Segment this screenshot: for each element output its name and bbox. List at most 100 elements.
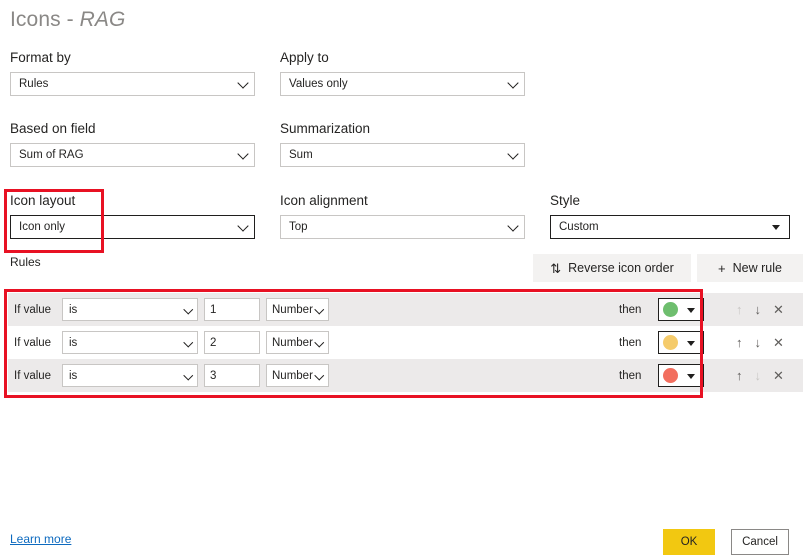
field-apply-to: Apply to Values only [280,50,525,96]
new-rule-label: New rule [732,261,782,275]
ok-button[interactable]: OK [663,529,715,555]
rules-list: If value is Number then ↑ ↓ ✕ If [8,293,803,392]
circle-icon [663,368,678,383]
reverse-icon-order-label: Reverse icon order [568,261,674,275]
new-rule-button[interactable]: + New rule [697,254,803,282]
icon-alignment-select[interactable]: Top [280,215,525,239]
field-icon-layout: Icon layout Icon only [10,193,255,239]
page-title-prefix: Icons - [10,8,80,31]
chevron-down-icon [687,373,695,379]
apply-to-value: Values only [289,78,348,90]
chevron-down-icon [314,337,324,347]
chevron-down-icon [687,307,695,313]
based-on-field-select[interactable]: Sum of RAG [10,143,255,167]
label-based-on-field: Based on field [10,121,96,136]
circle-icon [663,335,678,350]
summarization-value: Sum [289,149,313,161]
field-format-by: Format by Rules [10,50,255,96]
move-up-icon[interactable]: ↑ [736,336,743,349]
rule-value-type-select[interactable]: Number [266,298,329,321]
rule-operator-select[interactable]: is [62,364,198,387]
chevron-down-icon [237,77,249,89]
rule-icon-picker[interactable] [658,331,704,354]
chevron-down-icon [183,370,193,380]
remove-rule-icon[interactable]: ✕ [773,303,784,316]
if-value-label: If value [14,336,52,349]
apply-to-select[interactable]: Values only [280,72,525,96]
summarization-select[interactable]: Sum [280,143,525,167]
chevron-down-icon [507,77,519,89]
move-up-icon[interactable]: ↑ [736,369,743,382]
if-value-label: If value [14,303,52,316]
rules-section-label: Rules [10,255,41,269]
rule-operator-value: is [69,369,78,382]
conditional-formatting-dialog: Icons - RAG Format by Rules Apply to Val… [0,0,810,555]
chevron-down-icon [314,370,324,380]
rule-icon-picker[interactable] [658,364,704,387]
then-label: then [619,303,642,316]
chevron-down-icon [183,304,193,314]
label-format-by: Format by [10,50,71,65]
rule-value-input[interactable] [204,331,260,354]
style-value: Custom [559,221,599,233]
chevron-down-icon [237,220,249,232]
move-down-icon[interactable]: ↓ [755,336,762,349]
remove-rule-icon[interactable]: ✕ [773,336,784,349]
label-summarization: Summarization [280,121,371,136]
table-row: If value is Number then ↑ ↓ ✕ [8,326,803,359]
rule-value-type-value: Number [272,336,313,349]
table-row: If value is Number then ↑ ↓ ✕ [8,293,803,326]
chevron-down-icon [507,148,519,160]
chevron-down-icon [687,340,695,346]
move-down-icon[interactable]: ↓ [755,303,762,316]
rule-value-input[interactable] [204,298,260,321]
format-by-value: Rules [19,78,49,90]
row-actions: ↑ ↓ ✕ [736,369,784,382]
rule-operator-select[interactable]: is [62,331,198,354]
rule-value-type-value: Number [272,303,313,316]
icon-layout-select[interactable]: Icon only [10,215,255,239]
remove-rule-icon[interactable]: ✕ [773,369,784,382]
icon-alignment-value: Top [289,221,308,233]
rule-value-type-select[interactable]: Number [266,364,329,387]
move-down-icon[interactable]: ↓ [755,369,762,382]
chevron-down-icon [183,337,193,347]
field-summarization: Summarization Sum [280,121,525,167]
field-based-on-field: Based on field Sum of RAG [10,121,255,167]
style-select[interactable]: Custom [550,215,790,239]
then-label: then [619,336,642,349]
rule-value-type-select[interactable]: Number [266,331,329,354]
rule-operator-select[interactable]: is [62,298,198,321]
rule-operator-value: is [69,336,78,349]
rule-value-input[interactable] [204,364,260,387]
row-actions: ↑ ↓ ✕ [736,303,784,316]
label-style: Style [550,193,581,208]
icon-layout-value: Icon only [19,221,66,233]
label-icon-layout: Icon layout [10,193,76,208]
rule-value-type-value: Number [272,369,313,382]
then-label: then [619,369,642,382]
page-title: Icons - RAG [10,8,125,32]
move-up-icon[interactable]: ↑ [736,303,743,316]
row-actions: ↑ ↓ ✕ [736,336,784,349]
if-value-label: If value [14,369,52,382]
chevron-down-icon [237,148,249,160]
swap-vertical-icon: ⇅ [550,260,562,276]
format-by-select[interactable]: Rules [10,72,255,96]
rule-operator-value: is [69,303,78,316]
based-on-field-value: Sum of RAG [19,149,84,161]
circle-icon [663,302,678,317]
label-icon-alignment: Icon alignment [280,193,368,208]
rule-icon-picker[interactable] [658,298,704,321]
label-apply-to: Apply to [280,50,329,65]
chevron-down-icon [772,225,780,230]
chevron-down-icon [314,304,324,314]
field-style: Style Custom [550,193,790,239]
plus-icon: + [718,260,726,276]
learn-more-link[interactable]: Learn more [10,532,71,546]
chevron-down-icon [507,220,519,232]
table-row: If value is Number then ↑ ↓ ✕ [8,359,803,392]
page-title-field: RAG [79,8,126,31]
cancel-button[interactable]: Cancel [731,529,789,555]
reverse-icon-order-button[interactable]: ⇅ Reverse icon order [533,254,691,282]
